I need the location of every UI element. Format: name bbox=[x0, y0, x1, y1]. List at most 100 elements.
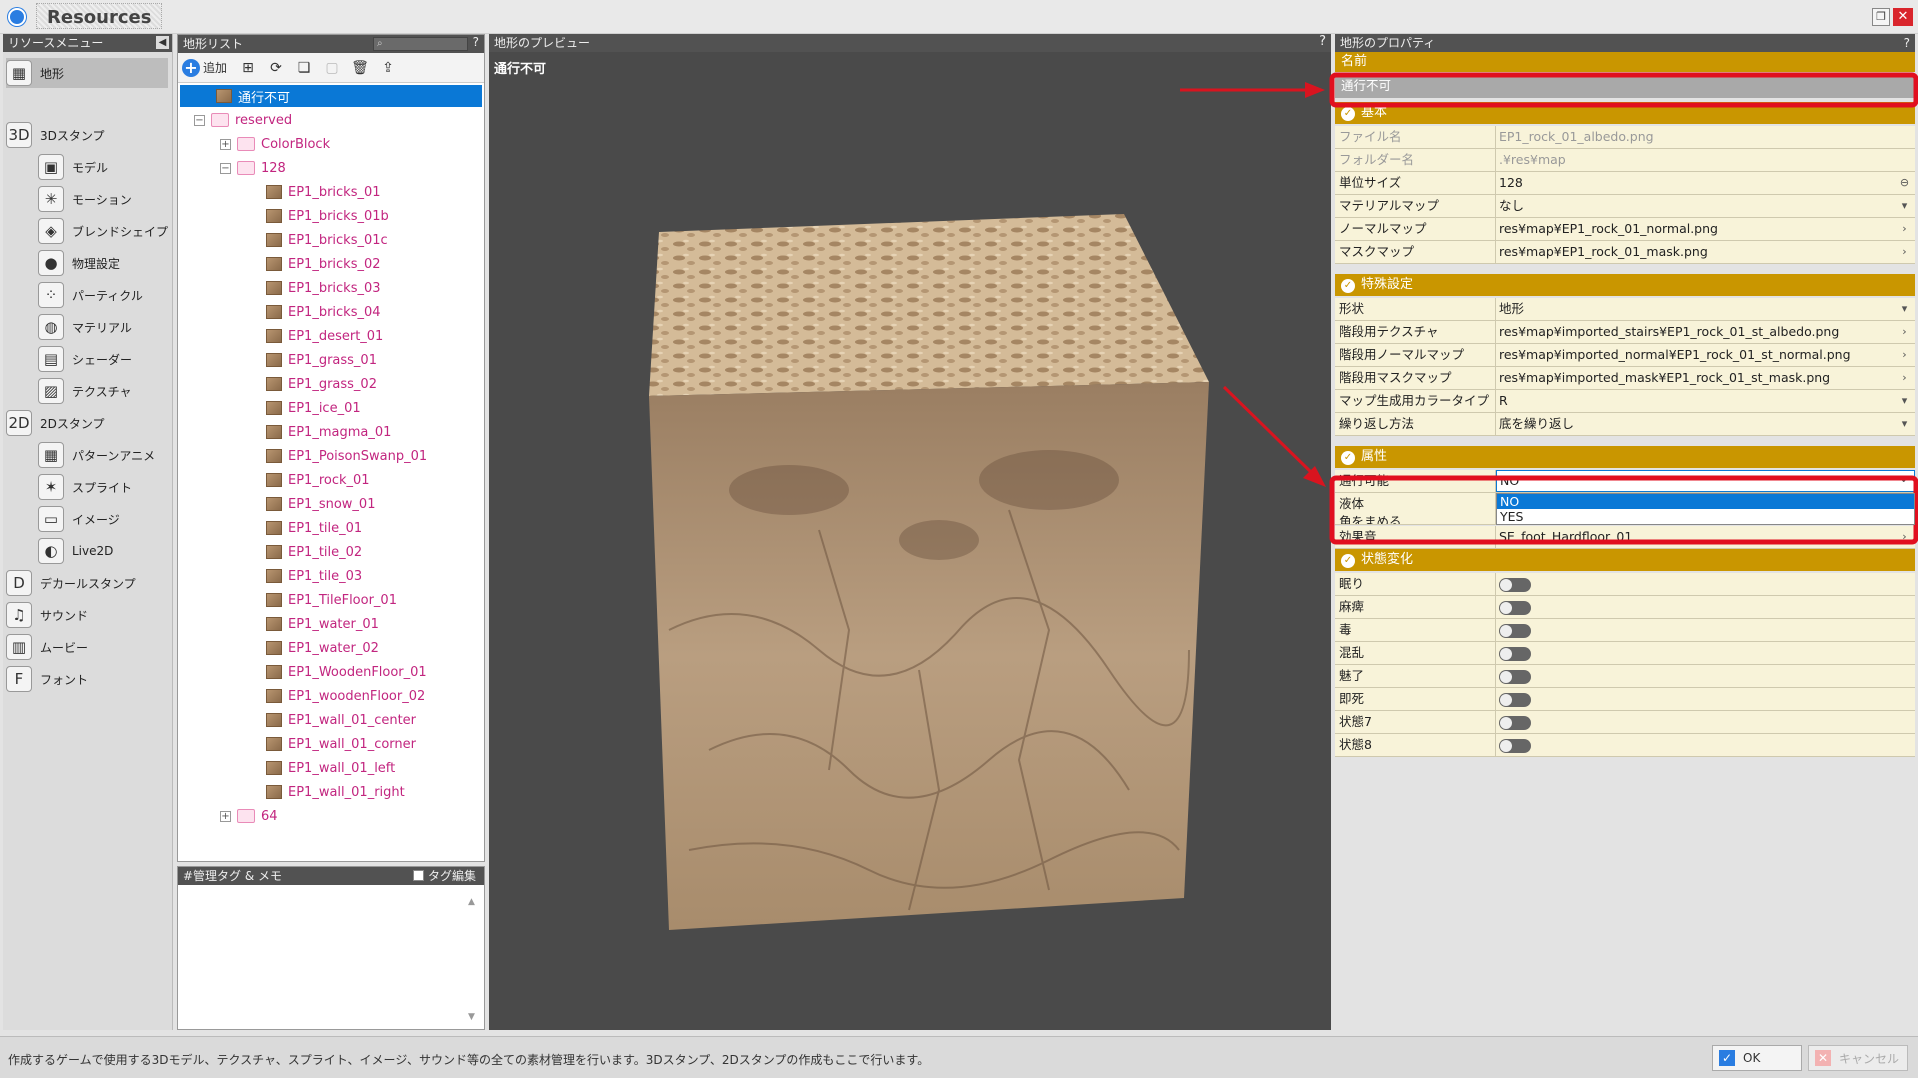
special-row[interactable]: 階段用テクスチャ res¥map¥imported_stairs¥EP1_rock… bbox=[1335, 321, 1915, 344]
dropdown-option-yes[interactable]: YES bbox=[1497, 509, 1914, 524]
special-section[interactable]: ✓ 特殊設定 bbox=[1335, 274, 1915, 296]
menu-item-blendshape[interactable]: ◈ ブレンドシェイプ bbox=[38, 216, 168, 246]
arrow-right-icon[interactable]: › bbox=[1898, 371, 1911, 384]
terrain-item[interactable]: EP1_PoisonSwanp_01 bbox=[266, 445, 427, 467]
terrain-item[interactable]: EP1_wall_01_center bbox=[266, 709, 416, 731]
status-change-section[interactable]: ✓ 状態変化 bbox=[1335, 549, 1915, 571]
status-toggle[interactable] bbox=[1499, 716, 1531, 730]
expand-toggle-icon[interactable]: − bbox=[194, 114, 205, 126]
menu-item-model[interactable]: ▣ モデル bbox=[38, 152, 168, 182]
terrain-item[interactable]: EP1_bricks_01 bbox=[266, 181, 381, 203]
arrow-right-icon[interactable]: › bbox=[1898, 245, 1911, 258]
memo-scrollbar[interactable]: ▲ ▼ bbox=[468, 897, 480, 1022]
menu-item-2d-stamp[interactable]: 2D 2Dスタンプ bbox=[6, 408, 168, 438]
menu-item-3d-stamp[interactable]: 3D 3Dスタンプ bbox=[6, 120, 168, 150]
terrain-item[interactable]: EP1_ice_01 bbox=[266, 397, 361, 419]
terrain-item[interactable]: EP1_bricks_03 bbox=[266, 277, 381, 299]
expand-toggle-icon[interactable]: + bbox=[220, 138, 231, 150]
terrain-item[interactable]: EP1_woodenFloor_02 bbox=[266, 685, 425, 707]
status-toggle[interactable] bbox=[1499, 647, 1531, 661]
export-icon[interactable]: ⇪ bbox=[377, 57, 399, 79]
basic-row[interactable]: 単位サイズ 128 ⊖ bbox=[1335, 172, 1915, 195]
list-help-icon[interactable]: ? bbox=[473, 35, 479, 49]
status-toggle[interactable] bbox=[1499, 578, 1531, 592]
basic-row[interactable]: マスクマップ res¥map¥EP1_rock_01_mask.png › bbox=[1335, 241, 1915, 264]
menu-item-pattern-anime[interactable]: ▦ パターンアニメ bbox=[38, 440, 168, 470]
status-toggle[interactable] bbox=[1499, 624, 1531, 638]
status-toggle[interactable] bbox=[1499, 693, 1531, 707]
terrain-item[interactable]: EP1_water_01 bbox=[266, 613, 379, 635]
sound-row[interactable]: 効果音 SE_foot_Hardfloor_01 › bbox=[1335, 526, 1915, 549]
terrain-item[interactable]: EP1_grass_01 bbox=[266, 349, 377, 371]
special-row[interactable]: 繰り返し方法 底を繰り返し ▾ bbox=[1335, 413, 1915, 436]
list-search-input[interactable]: ⌕ bbox=[373, 37, 468, 51]
arrow-right-icon[interactable]: › bbox=[1898, 530, 1911, 543]
dropdown-icon[interactable]: ▾ bbox=[1898, 302, 1911, 315]
terrain-item[interactable]: EP1_rock_01 bbox=[266, 469, 370, 491]
terrain-item[interactable]: EP1_water_02 bbox=[266, 637, 379, 659]
menu-item-image[interactable]: ▭ イメージ bbox=[38, 504, 168, 534]
basic-row[interactable]: ノーマルマップ res¥map¥EP1_rock_01_normal.png › bbox=[1335, 218, 1915, 241]
terrain-item[interactable]: EP1_tile_02 bbox=[266, 541, 362, 563]
menu-item-physics[interactable]: ● 物理設定 bbox=[38, 248, 168, 278]
terrain-item[interactable]: EP1_desert_01 bbox=[266, 325, 383, 347]
basic-row[interactable]: フォルダー名 .¥res¥map bbox=[1335, 149, 1915, 172]
basic-section[interactable]: ✓ 基本 bbox=[1335, 102, 1915, 124]
terrain-item[interactable]: EP1_bricks_01b bbox=[266, 205, 389, 227]
terrain-item[interactable]: EP1_tile_03 bbox=[266, 565, 362, 587]
dropdown-icon[interactable]: ▾ bbox=[1898, 417, 1911, 430]
name-field[interactable]: 通行不可 bbox=[1335, 74, 1915, 98]
status-row[interactable]: 状態7 bbox=[1335, 711, 1915, 734]
terrain-item[interactable]: EP1_wall_01_right bbox=[266, 781, 405, 803]
special-row[interactable]: 階段用マスクマップ res¥map¥imported_mask¥EP1_rock_… bbox=[1335, 367, 1915, 390]
new-folder-icon[interactable]: ⊞ bbox=[237, 57, 259, 79]
terrain-item[interactable]: 通行不可 bbox=[180, 85, 482, 107]
special-row[interactable]: 形状 地形 ▾ bbox=[1335, 298, 1915, 321]
special-row[interactable]: マップ生成用カラータイプ R ▾ bbox=[1335, 390, 1915, 413]
passable-row[interactable]: 通行可能 NO ⌄ bbox=[1335, 470, 1915, 493]
terrain-item[interactable]: EP1_bricks_04 bbox=[266, 301, 381, 323]
menu-item-motion[interactable]: ✳ モーション bbox=[38, 184, 168, 214]
properties-help-icon[interactable]: ? bbox=[1904, 34, 1910, 52]
tree-folder[interactable]: +64 bbox=[220, 805, 278, 827]
terrain-cube-preview[interactable] bbox=[489, 70, 1331, 1030]
menu-item-particle[interactable]: ⁘ パーティクル bbox=[38, 280, 168, 310]
terrain-item[interactable]: EP1_TileFloor_01 bbox=[266, 589, 397, 611]
tag-edit-checkbox[interactable]: タグ編集 bbox=[412, 867, 476, 884]
menu-item-decal-stamp[interactable]: D デカールスタンプ bbox=[6, 568, 168, 598]
status-row[interactable]: 眠り bbox=[1335, 573, 1915, 596]
add-button[interactable]: + 追加 bbox=[182, 57, 231, 79]
menu-item-shader[interactable]: ▤ シェーダー bbox=[38, 344, 168, 374]
delete-icon[interactable]: 🗑 bbox=[349, 57, 371, 79]
tree-folder[interactable]: + ColorBlock bbox=[220, 133, 330, 155]
menu-item-font[interactable]: F フォント bbox=[6, 664, 168, 694]
terrain-item[interactable]: EP1_bricks_01c bbox=[266, 229, 388, 251]
cancel-button[interactable]: ✕ キャンセル bbox=[1808, 1045, 1908, 1071]
close-button[interactable]: ✕ bbox=[1893, 8, 1913, 26]
ok-button[interactable]: ✓ OK bbox=[1712, 1045, 1802, 1071]
dropdown-icon[interactable]: ▾ bbox=[1898, 199, 1911, 212]
terrain-item[interactable]: EP1_grass_02 bbox=[266, 373, 377, 395]
terrain-item[interactable]: EP1_bricks_02 bbox=[266, 253, 381, 275]
status-row[interactable]: 麻痺 bbox=[1335, 596, 1915, 619]
expand-toggle-icon[interactable]: − bbox=[220, 162, 231, 174]
status-row[interactable]: 状態8 bbox=[1335, 734, 1915, 757]
unit-size-minus-icon[interactable]: ⊖ bbox=[1898, 176, 1911, 189]
refresh-icon[interactable]: ⟳ bbox=[265, 57, 287, 79]
dropdown-icon[interactable]: ▾ bbox=[1898, 394, 1911, 407]
status-toggle[interactable] bbox=[1499, 739, 1531, 753]
collapse-icon[interactable]: ◀ bbox=[156, 36, 169, 49]
terrain-item[interactable]: EP1_wall_01_corner bbox=[266, 733, 416, 755]
basic-row[interactable]: ファイル名 EP1_rock_01_albedo.png bbox=[1335, 126, 1915, 149]
status-toggle[interactable] bbox=[1499, 601, 1531, 615]
tree-folder[interactable]: − reserved bbox=[194, 109, 292, 131]
menu-item-material[interactable]: ◍ マテリアル bbox=[38, 312, 168, 342]
status-row[interactable]: 混乱 bbox=[1335, 642, 1915, 665]
menu-item-sprite[interactable]: ✶ スプライト bbox=[38, 472, 168, 502]
basic-row[interactable]: マテリアルマップ なし ▾ bbox=[1335, 195, 1915, 218]
terrain-item[interactable]: EP1_tile_01 bbox=[266, 517, 362, 539]
arrow-right-icon[interactable]: › bbox=[1898, 325, 1911, 338]
status-row[interactable]: 毒 bbox=[1335, 619, 1915, 642]
status-row[interactable]: 魅了 bbox=[1335, 665, 1915, 688]
menu-item-terrain[interactable]: ▦ 地形 bbox=[6, 58, 168, 88]
